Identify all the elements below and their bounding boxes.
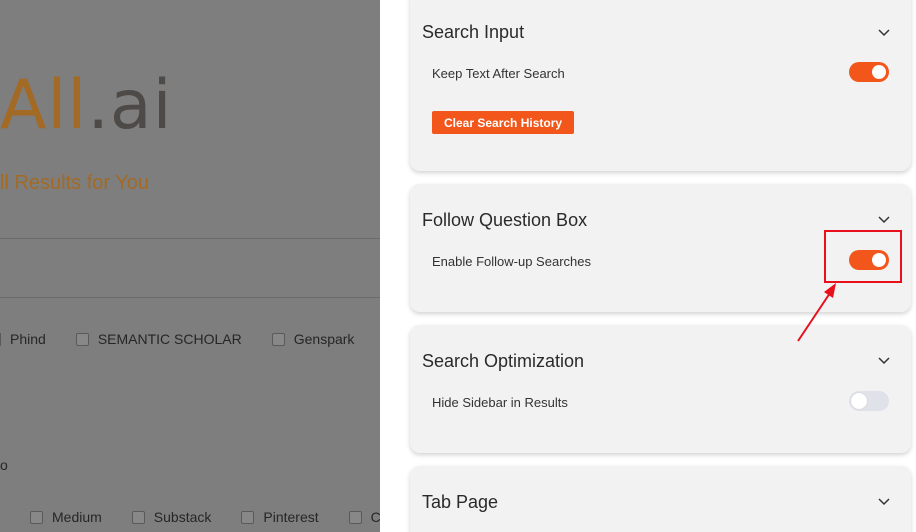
- site-label: Substack: [153, 509, 212, 525]
- logo-brand: All: [0, 66, 88, 145]
- card-title: Tab Page: [422, 492, 499, 512]
- site-label: Pinterest: [263, 509, 319, 525]
- site-option-pinterest[interactable]: Pinterest: [241, 509, 319, 525]
- site-label: Medium: [52, 509, 102, 525]
- logo-suffix: .ai: [87, 66, 173, 145]
- site-label: C: [370, 509, 380, 525]
- checkbox[interactable]: [75, 332, 89, 346]
- checkbox[interactable]: [271, 332, 285, 346]
- engine-option-genspark[interactable]: Genspark: [271, 331, 355, 347]
- clear-search-history-button[interactable]: Clear Search History: [432, 111, 575, 134]
- card-search-input: Search Input Keep Text After Search Clea…: [410, 0, 911, 171]
- arrow-annotation-icon: [797, 283, 836, 342]
- engine-label: SEMANTIC SCHOLAR: [97, 331, 242, 347]
- checkbox[interactable]: [0, 332, 1, 346]
- checkbox[interactable]: [30, 510, 43, 524]
- keep-text-toggle[interactable]: [849, 62, 889, 82]
- checkbox[interactable]: [348, 510, 362, 524]
- card-title: Follow Question Box: [422, 210, 588, 230]
- engine-option-phind[interactable]: Phind: [0, 331, 46, 347]
- site-logo: All.ai: [0, 72, 173, 140]
- chevron-down-icon[interactable]: [877, 26, 891, 40]
- chevron-down-icon[interactable]: [877, 213, 891, 227]
- site-option-substack[interactable]: Substack: [131, 509, 212, 525]
- site-options: Medium Substack Pinterest C: [30, 509, 380, 525]
- divider: [0, 297, 380, 298]
- checkbox[interactable]: [241, 510, 255, 524]
- chevron-down-icon[interactable]: [877, 354, 891, 368]
- truncated-text: o: [0, 457, 8, 473]
- card-title: Search Optimization: [422, 351, 585, 371]
- toggle-knob: [851, 393, 867, 409]
- setting-label: Hide Sidebar in Results: [432, 395, 568, 410]
- setting-label: Enable Follow-up Searches: [432, 254, 591, 269]
- checkbox[interactable]: [131, 510, 145, 524]
- hide-sidebar-toggle[interactable]: [849, 391, 889, 411]
- toggle-knob: [872, 65, 886, 79]
- setting-label: Keep Text After Search: [432, 66, 565, 81]
- annotation-highlight-box: [824, 230, 902, 283]
- site-option-truncated[interactable]: C: [348, 509, 380, 525]
- chevron-down-icon[interactable]: [877, 495, 891, 509]
- tagline: ll Results for You: [0, 172, 149, 194]
- engine-options: Phind SEMANTIC SCHOLAR Genspark: [0, 331, 380, 347]
- engine-option-semantic-scholar[interactable]: SEMANTIC SCHOLAR: [75, 331, 242, 347]
- card-title: Search Input: [422, 22, 525, 42]
- engine-label: Genspark: [293, 331, 355, 347]
- divider: [0, 238, 380, 239]
- card-tab-page: Tab Page: [410, 466, 911, 532]
- engine-label: Phind: [10, 331, 46, 347]
- background-page: All.ai ll Results for You Phind SEMANTIC…: [0, 0, 380, 532]
- site-option-medium[interactable]: Medium: [30, 509, 102, 525]
